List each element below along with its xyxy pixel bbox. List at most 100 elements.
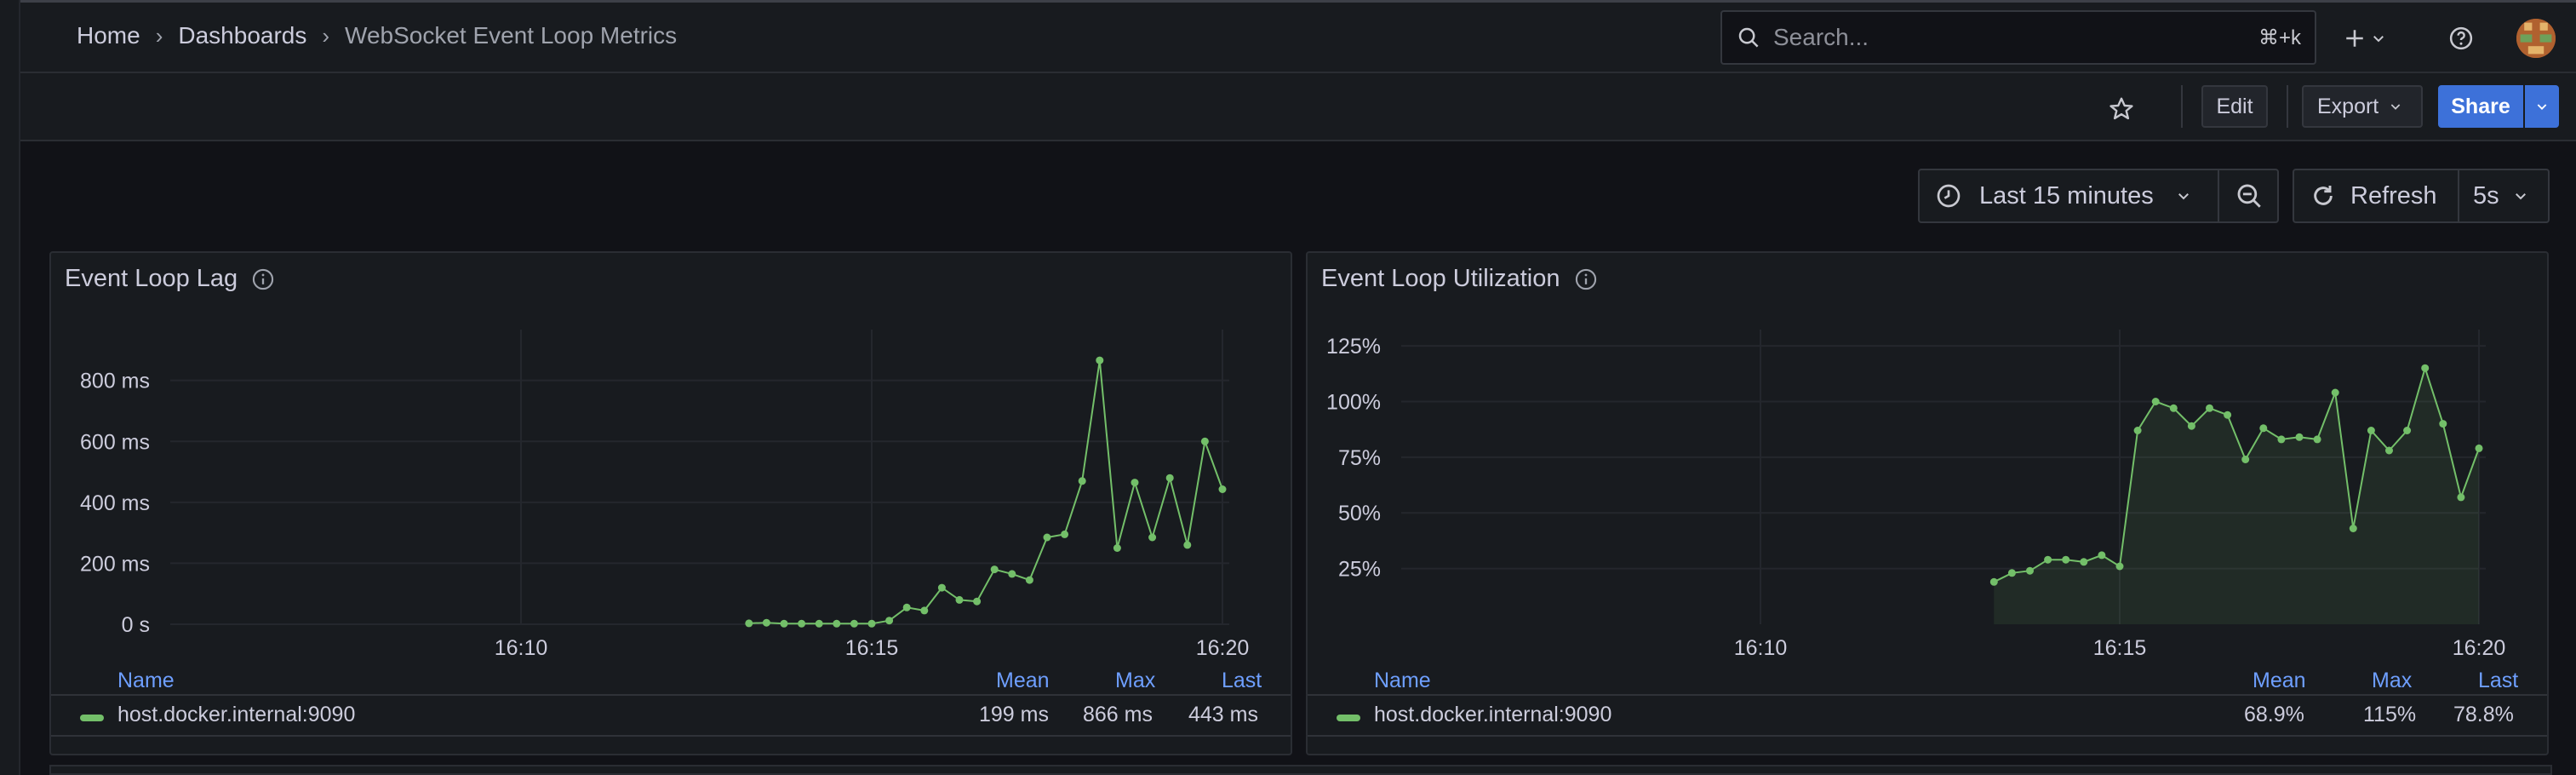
data-point[interactable]	[2080, 558, 2088, 566]
data-point[interactable]	[2169, 404, 2178, 412]
data-point[interactable]	[2044, 555, 2052, 564]
series-color-swatch	[1337, 715, 1360, 721]
legend-row[interactable]: host.docker.internal:9090 68.9% 115% 78.…	[1308, 699, 2547, 737]
legend-max-header[interactable]: Max	[2372, 669, 2412, 693]
data-point[interactable]	[2439, 420, 2447, 428]
data-point[interactable]	[1113, 544, 1121, 552]
data-point[interactable]	[1218, 485, 1227, 493]
data-point[interactable]	[955, 595, 964, 604]
data-point[interactable]	[867, 619, 876, 628]
data-point[interactable]	[2457, 493, 2465, 502]
x-tick-label: 16:10	[495, 636, 548, 660]
data-point[interactable]	[798, 619, 806, 628]
refresh-button[interactable]: Refresh	[2294, 170, 2437, 221]
data-point[interactable]	[2241, 456, 2250, 463]
share-button[interactable]: Share	[2438, 85, 2523, 128]
data-point[interactable]	[990, 565, 999, 574]
data-point[interactable]	[2295, 433, 2304, 441]
data-point[interactable]	[1078, 477, 1086, 485]
data-point[interactable]	[2367, 427, 2375, 434]
data-point[interactable]	[850, 619, 858, 628]
refresh-interval-select[interactable]: 5s	[2458, 170, 2550, 221]
legend-last-header[interactable]: Last	[1222, 669, 1262, 693]
refresh-interval-label: 5s	[2473, 181, 2499, 210]
data-point[interactable]	[2187, 422, 2195, 430]
data-point[interactable]	[1148, 533, 1157, 542]
legend-row[interactable]: host.docker.internal:9090 199 ms 866 ms …	[51, 699, 1291, 737]
data-point[interactable]	[1043, 533, 1051, 542]
data-point[interactable]	[2259, 424, 2268, 433]
data-point[interactable]	[2133, 427, 2142, 434]
search-input[interactable]: Search... ⌘+k	[1720, 10, 2316, 65]
data-point[interactable]	[2349, 525, 2357, 532]
breadcrumb-home[interactable]: Home	[77, 22, 140, 49]
data-point[interactable]	[833, 619, 841, 628]
add-new-button[interactable]	[2339, 20, 2390, 56]
data-point[interactable]	[1165, 474, 1174, 482]
legend-mean-header[interactable]: Mean	[996, 669, 1050, 693]
legend-name-header[interactable]: Name	[117, 669, 175, 693]
data-point[interactable]	[1200, 437, 1209, 445]
data-point[interactable]	[2475, 444, 2483, 452]
data-point[interactable]	[2421, 364, 2430, 372]
time-range-picker[interactable]: Last 15 minutes	[1918, 169, 2279, 223]
y-tick-label: 50%	[1338, 502, 1381, 525]
data-point[interactable]	[1008, 570, 1016, 578]
data-point[interactable]	[885, 617, 894, 625]
data-point[interactable]	[1061, 530, 1069, 538]
y-tick-label: 400 ms	[80, 491, 150, 515]
data-point[interactable]	[2151, 398, 2160, 405]
legend-name-header[interactable]: Name	[1374, 669, 1431, 693]
data-point[interactable]	[762, 618, 770, 627]
data-point[interactable]	[815, 619, 823, 628]
data-point[interactable]	[2277, 435, 2286, 444]
legend-series-name[interactable]: host.docker.internal:9090	[117, 703, 355, 727]
panel-event-loop-lag[interactable]: Event Loop Lag 0 s 200 ms 400 ms 600 ms 800 …	[49, 251, 1292, 755]
data-point[interactable]	[745, 619, 753, 628]
legend-last-value: 78.8%	[2453, 703, 2514, 726]
data-point[interactable]	[902, 603, 911, 611]
data-point[interactable]	[1183, 541, 1192, 549]
share-options-button[interactable]	[2525, 85, 2559, 128]
toolbar-divider	[2181, 85, 2183, 128]
time-range-label: Last 15 minutes	[1979, 181, 2154, 210]
favorite-button[interactable]	[2103, 90, 2140, 128]
data-point[interactable]	[2026, 566, 2034, 575]
legend-max-header[interactable]: Max	[1115, 669, 1155, 693]
chevron-down-icon	[2178, 193, 2189, 200]
legend-header: Name Mean Max Last	[1308, 665, 2547, 696]
data-point[interactable]	[1025, 576, 1033, 584]
data-point[interactable]	[973, 597, 982, 606]
data-point[interactable]	[1096, 356, 1104, 365]
legend-mean-header[interactable]: Mean	[2253, 669, 2306, 693]
data-point[interactable]	[2115, 562, 2124, 571]
data-point[interactable]	[2224, 410, 2232, 419]
data-point[interactable]	[1131, 479, 1139, 487]
data-point[interactable]	[937, 583, 946, 592]
data-point[interactable]	[2313, 435, 2321, 444]
legend-series-name[interactable]: host.docker.internal:9090	[1374, 703, 1611, 727]
data-point[interactable]	[780, 619, 788, 628]
data-point[interactable]	[920, 606, 929, 615]
export-button[interactable]: Export	[2302, 85, 2423, 128]
data-point[interactable]	[1989, 577, 1998, 586]
avatar-pattern-icon	[2516, 19, 2556, 58]
data-point[interactable]	[2062, 555, 2070, 564]
next-panel-row	[49, 765, 2552, 775]
chart-event-loop-lag[interactable]: 0 s 200 ms 400 ms 600 ms 800 ms 16:10 16:15 16:…	[51, 253, 1291, 662]
zoom-out-button[interactable]	[2218, 170, 2279, 221]
help-button[interactable]	[2443, 20, 2479, 56]
legend-last-header[interactable]: Last	[2478, 669, 2518, 693]
data-point[interactable]	[2007, 569, 2016, 577]
chart-event-loop-utilization[interactable]: 25% 50% 75% 100% 125% 16:10 16:15 16:20	[1308, 253, 2547, 662]
data-point[interactable]	[2098, 551, 2106, 560]
edit-button[interactable]: Edit	[2201, 85, 2268, 128]
breadcrumb-dashboards[interactable]: Dashboards	[178, 22, 306, 49]
data-point[interactable]	[2331, 388, 2339, 397]
avatar[interactable]	[2516, 19, 2556, 58]
chevron-right-icon: ›	[155, 22, 163, 49]
data-point[interactable]	[2385, 446, 2393, 455]
data-point[interactable]	[2206, 404, 2213, 412]
panel-event-loop-utilization[interactable]: Event Loop Utilization 25% 50% 75% 100% 125%…	[1306, 251, 2549, 755]
data-point[interactable]	[2403, 427, 2412, 434]
